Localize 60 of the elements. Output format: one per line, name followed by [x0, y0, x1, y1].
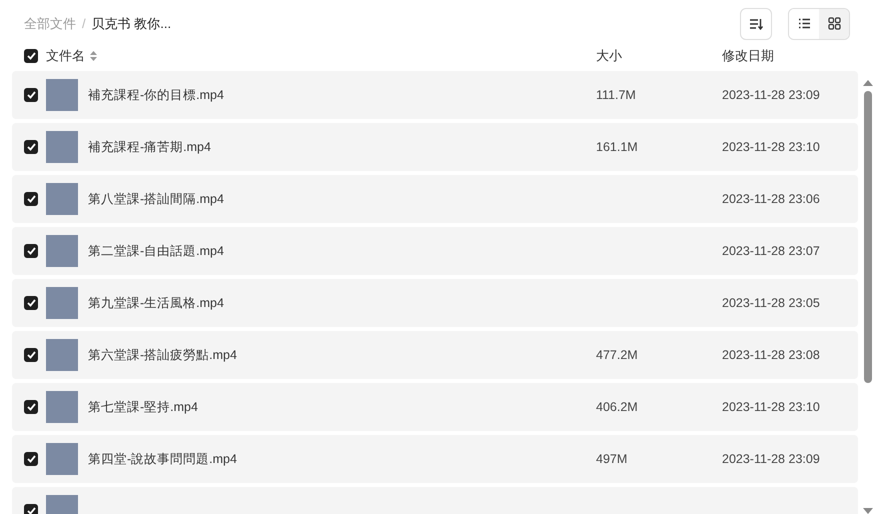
file-name: 第九堂課-生活風格.mp4: [88, 294, 224, 312]
checkbox[interactable]: [24, 296, 38, 310]
column-header: 大小: [596, 46, 623, 64]
checkbox[interactable]: [24, 140, 38, 154]
file-name: 第四堂-說故事問問題.mp4: [88, 450, 237, 468]
file-row[interactable]: 第四堂-說故事問問題.mp4 497M 2023-11-28 23:09: [12, 435, 858, 483]
file-name: 第二堂課-自由話題.mp4: [88, 242, 224, 260]
file-row[interactable]: 第九堂課-生活風格.mp4 2023-11-28 23:05: [12, 279, 858, 327]
modified-date: 2023-11-28 23:09: [722, 88, 821, 102]
video-thumbnail: [46, 235, 78, 267]
file-size: 477.2M: [596, 348, 639, 362]
breadcrumb-link[interactable]: 贝克书 教你...: [92, 14, 172, 32]
modified-date: 2023-11-28 23:07: [722, 244, 821, 258]
list-icon: [798, 18, 810, 29]
checkbox[interactable]: [24, 192, 38, 206]
sort-icon[interactable]: [90, 50, 97, 60]
grid-view-button[interactable]: [819, 8, 849, 38]
grid-icon: [828, 17, 840, 30]
modified-date: 2023-11-28 23:10: [722, 140, 821, 154]
file-size: 497M: [596, 452, 628, 466]
file-name: 第七堂課-堅持.mp4: [88, 398, 198, 416]
file-size: 161.1M: [596, 140, 639, 154]
file-name: 補充課程-痛苦期.mp4: [88, 138, 211, 156]
checkbox[interactable]: [24, 244, 38, 258]
modified-date: 2023-11-28 23:10: [722, 400, 821, 414]
separator: /: [82, 16, 86, 31]
checkbox[interactable]: [24, 504, 38, 514]
file-name: 第八堂課-搭訕間隔.mp4: [88, 190, 224, 208]
video-thumbnail: [46, 391, 78, 423]
file-row[interactable]: 第二堂課-自由話題.mp4 2023-11-28 23:07: [12, 227, 858, 275]
file-size: 406.2M: [596, 400, 639, 414]
video-thumbnail: [46, 183, 78, 215]
checkbox[interactable]: [24, 48, 38, 62]
column-header[interactable]: 文件名: [46, 46, 85, 64]
modified-date: 2023-11-28 23:05: [722, 296, 821, 310]
checkbox[interactable]: [24, 452, 38, 466]
video-thumbnail: [46, 443, 78, 475]
column-header: 修改日期: [722, 46, 775, 64]
file-row[interactable]: 補充課程-你的目標.mp4 111.7M 2023-11-28 23:09: [12, 71, 858, 119]
file-name: 補充課程-你的目標.mp4: [88, 86, 224, 104]
file-name: 第六堂課-搭訕疲勞點.mp4: [88, 346, 237, 364]
video-thumbnail: [46, 339, 78, 371]
scroll-down-icon[interactable]: [863, 507, 873, 514]
checkbox[interactable]: [24, 348, 38, 362]
sort-button[interactable]: [740, 8, 772, 40]
file-row[interactable]: 第六堂課-搭訕疲勞點.mp4 477.2M 2023-11-28 23:08: [12, 331, 858, 379]
scroll-up-icon[interactable]: [863, 79, 873, 87]
sort-icon: [749, 18, 763, 30]
file-size: 111.7M: [596, 88, 637, 102]
video-thumbnail: [46, 79, 78, 111]
modified-date: 2023-11-28 23:08: [722, 348, 821, 362]
video-thumbnail: [46, 131, 78, 163]
file-row[interactable]: 補充課程-痛苦期.mp4 161.1M 2023-11-28 23:10: [12, 123, 858, 171]
video-thumbnail: [46, 287, 78, 319]
file-row[interactable]: 第七堂課-堅持.mp4 406.2M 2023-11-28 23:10: [12, 383, 858, 431]
checkbox[interactable]: [24, 88, 38, 102]
modified-date: 2023-11-28 23:06: [722, 192, 821, 206]
checkbox[interactable]: [24, 400, 38, 414]
file-row[interactable]: 第八堂課-搭訕間隔.mp4 2023-11-28 23:06: [12, 175, 858, 223]
modified-date: 2023-11-28 23:09: [722, 452, 821, 466]
